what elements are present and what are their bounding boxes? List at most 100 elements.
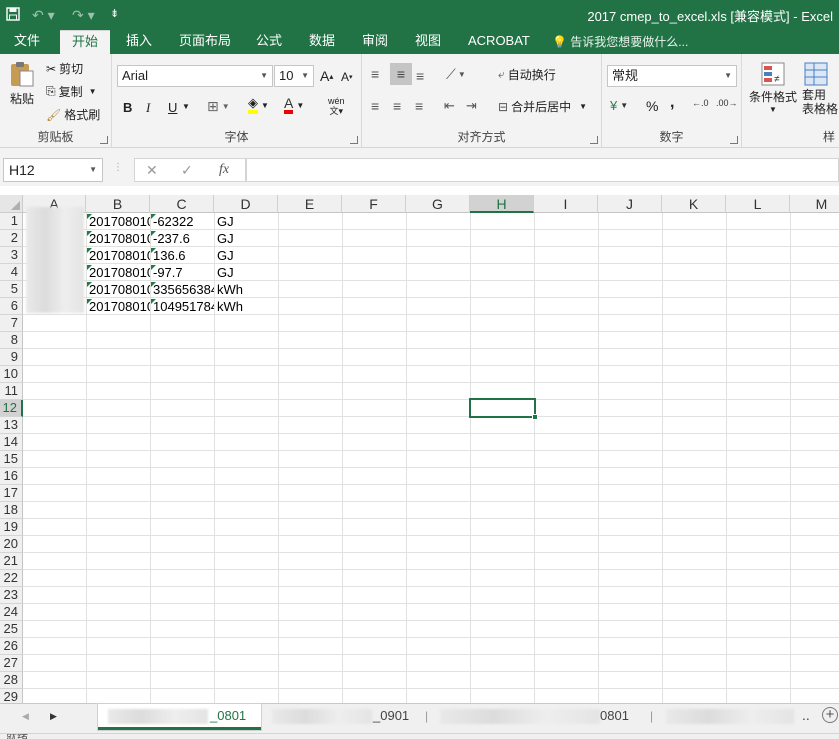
merge-center-button[interactable]: ⊟ 合并后居中 ▼	[498, 98, 587, 115]
tab-home[interactable]: 开始	[60, 30, 111, 54]
align-left-icon[interactable]: ≡	[371, 98, 379, 114]
increase-font-size-button[interactable]: A ▴	[320, 68, 333, 84]
column-header[interactable]: D	[214, 195, 278, 213]
column-header[interactable]: H	[470, 195, 534, 213]
customize-quick-access-icon[interactable]: ⇟	[110, 7, 119, 20]
row-header[interactable]: 2	[0, 230, 23, 247]
cell-d3[interactable]: GJ	[215, 247, 278, 264]
format-as-table-button[interactable]: 套用 表格格	[802, 60, 839, 116]
row-header[interactable]: 6	[0, 298, 23, 315]
tab-page-layout[interactable]: 页面布局	[167, 30, 243, 54]
cell-b5[interactable]: 201708010	[87, 281, 150, 298]
italic-button[interactable]: I	[146, 100, 150, 116]
formula-input[interactable]	[246, 158, 839, 182]
comma-button[interactable]: ,	[670, 94, 674, 112]
format-painter-button[interactable]: 🖌 格式刷	[46, 106, 100, 123]
tab-data[interactable]: 数据	[297, 30, 347, 54]
sheet-tab-3[interactable]: 0801	[436, 704, 636, 730]
align-right-icon[interactable]: ≡	[415, 98, 423, 114]
column-header[interactable]: B	[86, 195, 150, 213]
conditional-format-button[interactable]: ≠ 条件格式 ▼	[748, 60, 798, 114]
row-header[interactable]: 5	[0, 281, 23, 298]
dialog-launcher-icon[interactable]	[100, 136, 108, 144]
tab-file[interactable]: 文件	[2, 30, 52, 54]
sheet-tab-1[interactable]: _0801	[98, 704, 261, 730]
row-header[interactable]: 3	[0, 247, 23, 264]
cell-b6[interactable]: 201708010	[87, 298, 150, 315]
cancel-icon[interactable]: ✕	[146, 162, 158, 179]
tab-formulas[interactable]: 公式	[244, 30, 294, 54]
row-header[interactable]: 17	[0, 485, 23, 502]
column-header[interactable]: I	[534, 195, 598, 213]
cell-d2[interactable]: GJ	[215, 230, 278, 247]
row-header[interactable]: 22	[0, 570, 23, 587]
column-header[interactable]: L	[726, 195, 790, 213]
undo-icon[interactable]: ↶ ▾	[32, 7, 55, 24]
redo-icon[interactable]: ↷ ▾	[72, 7, 95, 24]
row-header[interactable]: 12	[0, 400, 23, 417]
bold-button[interactable]: B	[123, 100, 132, 115]
cell-d4[interactable]: GJ	[215, 264, 278, 281]
percent-button[interactable]: %	[646, 98, 658, 114]
save-icon[interactable]	[6, 7, 20, 24]
cut-button[interactable]: ✂ 剪切	[46, 60, 83, 77]
active-cell-selection[interactable]	[469, 398, 538, 420]
cell-c5[interactable]: 335656384	[151, 281, 214, 298]
row-header[interactable]: 19	[0, 519, 23, 536]
cell-c3[interactable]: 136.6	[151, 247, 214, 264]
wrap-text-button[interactable]: ⤶ 自动换行	[498, 66, 556, 83]
row-header[interactable]: 29	[0, 689, 23, 703]
tab-view[interactable]: 视图	[403, 30, 453, 54]
orientation-icon[interactable]: ⟋ ▼	[446, 66, 466, 83]
row-header[interactable]: 8	[0, 332, 23, 349]
tab-insert[interactable]: 插入	[114, 30, 164, 54]
column-header[interactable]: K	[662, 195, 726, 213]
dialog-launcher-icon[interactable]	[590, 136, 598, 144]
more-tabs-button[interactable]: ..	[802, 707, 810, 723]
font-name-select[interactable]: Arial ▼	[117, 65, 273, 87]
confirm-icon[interactable]: ✓	[181, 162, 193, 179]
row-header[interactable]: 1	[0, 213, 23, 230]
row-header[interactable]: 7	[0, 315, 23, 332]
paste-button[interactable]: 粘贴	[6, 60, 38, 107]
column-header[interactable]: C	[150, 195, 214, 213]
scroll-right-icon[interactable]: ▶	[50, 711, 57, 722]
row-header[interactable]: 28	[0, 672, 23, 689]
row-header[interactable]: 14	[0, 434, 23, 451]
column-header[interactable]: E	[278, 195, 342, 213]
cell-c2[interactable]: -237.6	[151, 230, 214, 247]
increase-indent-icon[interactable]: ⇥	[466, 98, 477, 114]
row-header[interactable]: 26	[0, 638, 23, 655]
align-top-icon[interactable]: ≡	[371, 66, 379, 82]
row-header[interactable]: 27	[0, 655, 23, 672]
fill-handle[interactable]	[532, 414, 538, 420]
sheet-tab-4[interactable]	[662, 704, 802, 730]
font-color-button[interactable]: A ▼	[284, 96, 304, 114]
cell-d5[interactable]: kWh	[215, 281, 278, 298]
tab-acrobat[interactable]: ACROBAT	[456, 30, 542, 54]
cell-c4[interactable]: -97.7	[151, 264, 214, 281]
cell-d1[interactable]: GJ	[215, 213, 278, 230]
cell-b2[interactable]: 201708010	[87, 230, 150, 247]
row-header[interactable]: 23	[0, 587, 23, 604]
row-header[interactable]: 10	[0, 366, 23, 383]
decrease-font-size-button[interactable]: A ▾	[341, 70, 353, 84]
currency-icon[interactable]: ¥ ▼	[610, 98, 628, 113]
worksheet[interactable]: ABCDEFGHIJKLM 1 2 3 4 5 6 7 8 9 10 11 12 13 14 15 16 17 1…	[0, 195, 839, 703]
cell-d6[interactable]: kWh	[215, 298, 278, 315]
row-header[interactable]: 16	[0, 468, 23, 485]
scroll-left-icon[interactable]: ◀	[22, 711, 29, 722]
underline-button[interactable]: U	[168, 100, 177, 115]
number-format-select[interactable]: 常规 ▼	[607, 65, 737, 87]
align-middle-icon[interactable]: ≡	[390, 63, 412, 85]
row-header[interactable]: 21	[0, 553, 23, 570]
align-center-icon[interactable]: ≡	[393, 98, 401, 114]
tell-me-box[interactable]: 💡 告诉我您想要做什么...	[552, 33, 688, 50]
fill-color-button[interactable]: ◈ ▼	[248, 96, 269, 114]
decrease-decimal-icon[interactable]: .00→	[716, 98, 738, 108]
cell-b4[interactable]: 201708010	[87, 264, 150, 281]
copy-button[interactable]: ⎘ 复制 ▼	[46, 83, 97, 100]
phonetic-button[interactable]: wén 文▾	[328, 96, 345, 116]
column-header[interactable]: J	[598, 195, 662, 213]
row-header[interactable]: 25	[0, 621, 23, 638]
